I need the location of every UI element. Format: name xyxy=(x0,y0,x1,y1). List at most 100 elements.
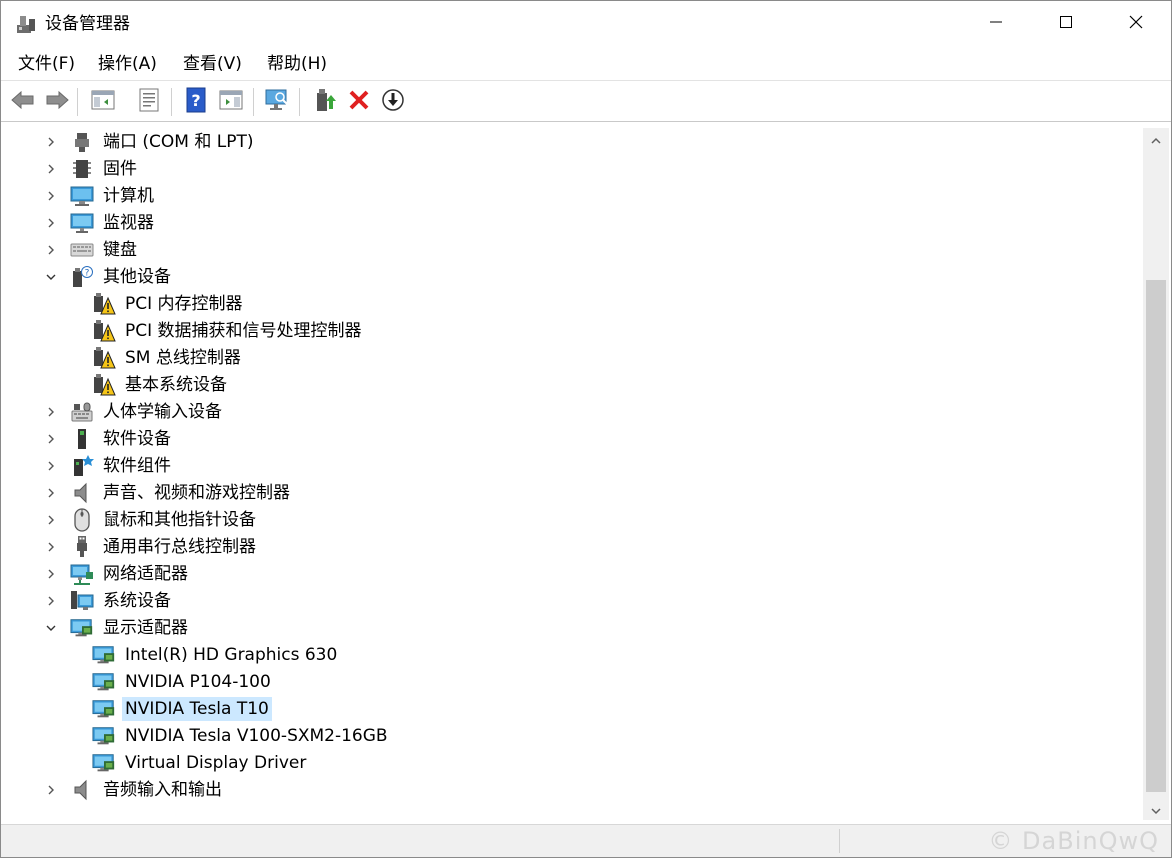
tree-device[interactable]: NVIDIA Tesla T10 xyxy=(92,696,272,722)
display-adapter-icon xyxy=(92,724,116,748)
chevron-right-icon[interactable] xyxy=(44,216,58,230)
tree-device[interactable]: Virtual Display Driver xyxy=(92,750,309,776)
chevron-right-icon[interactable] xyxy=(44,783,58,797)
disable-device-icon xyxy=(381,88,405,116)
tree-category[interactable]: 显示适配器 xyxy=(44,615,191,641)
tree-category[interactable]: 固件 xyxy=(44,156,140,182)
svg-text:?: ? xyxy=(191,91,200,110)
update-driver-icon xyxy=(314,87,338,117)
device-tree[interactable]: 端口 (COM 和 LPT) 固件计算机监视器键盘? 其他设备 PCI 内存控制器 PC… xyxy=(5,128,1143,820)
tree-category[interactable]: 音频输入和输出 xyxy=(44,777,225,803)
window-title: 设备管理器 xyxy=(45,14,130,34)
chevron-right-icon[interactable] xyxy=(44,432,58,446)
scroll-thumb[interactable] xyxy=(1146,280,1166,792)
speaker-icon xyxy=(70,778,94,802)
show-hide-console-tree-icon xyxy=(91,89,115,115)
menu-action[interactable]: 操作(A) xyxy=(98,53,157,75)
minimize-button[interactable] xyxy=(961,1,1031,47)
tree-item-label: 显示适配器 xyxy=(103,618,188,638)
tree-category[interactable]: 声音、视频和游戏控制器 xyxy=(44,480,293,506)
toolbar-separator xyxy=(171,88,172,116)
help-button[interactable]: ? xyxy=(182,87,210,116)
tree-item-label: PCI 内存控制器 xyxy=(125,294,243,314)
toolbar-separator xyxy=(253,88,254,116)
tree-category[interactable]: 系统设备 xyxy=(44,588,174,614)
tree-item-label: 计算机 xyxy=(103,186,154,206)
tree-item-label: NVIDIA P104-100 xyxy=(125,672,271,692)
back-button[interactable] xyxy=(9,88,37,116)
tree-category[interactable]: 键盘 xyxy=(44,237,140,263)
tree-category[interactable]: 端口 (COM 和 LPT) xyxy=(44,129,257,155)
chevron-right-icon[interactable] xyxy=(44,189,58,203)
scroll-down-button[interactable] xyxy=(1143,798,1169,820)
chevron-down-icon[interactable] xyxy=(44,270,58,284)
scroll-up-button[interactable] xyxy=(1143,128,1169,150)
chevron-right-icon[interactable] xyxy=(44,243,58,257)
close-button[interactable] xyxy=(1101,1,1171,47)
chevron-right-icon[interactable] xyxy=(44,540,58,554)
tree-category[interactable]: 通用串行总线控制器 xyxy=(44,534,259,560)
chevron-up-icon xyxy=(1151,130,1161,149)
scan-hardware-button[interactable] xyxy=(263,88,291,116)
tree-category[interactable]: 网络适配器 xyxy=(44,561,191,587)
tree-category[interactable]: ? 其他设备 xyxy=(44,264,174,290)
tree-category[interactable]: 监视器 xyxy=(44,210,157,236)
tree-category[interactable]: 人体学输入设备 xyxy=(44,399,225,425)
tree-category[interactable]: 计算机 xyxy=(44,183,157,209)
software-component-icon xyxy=(70,454,94,478)
tree-item-label: 监视器 xyxy=(103,213,154,233)
disable-device-button[interactable] xyxy=(379,88,407,116)
tree-device[interactable]: SM 总线控制器 xyxy=(92,345,244,371)
tree-item-label: Virtual Display Driver xyxy=(125,753,307,773)
tree-category[interactable]: 鼠标和其他指针设备 xyxy=(44,507,259,533)
chevron-down-icon[interactable] xyxy=(44,621,58,635)
tree-item-label: 鼠标和其他指针设备 xyxy=(103,510,256,530)
tree-device[interactable]: PCI 内存控制器 xyxy=(92,291,246,317)
uninstall-device-button[interactable] xyxy=(345,88,373,116)
show-hide-console-tree-button[interactable] xyxy=(89,88,117,116)
title-bar: 设备管理器 xyxy=(1,1,1171,47)
chevron-right-icon[interactable] xyxy=(44,405,58,419)
menu-view[interactable]: 查看(V) xyxy=(183,53,242,75)
update-driver-button[interactable] xyxy=(312,88,340,116)
display-adapter-icon xyxy=(92,697,116,721)
vertical-scrollbar[interactable] xyxy=(1143,128,1169,820)
usb-icon xyxy=(70,535,94,559)
forward-button[interactable] xyxy=(43,88,71,116)
hid-icon xyxy=(70,400,94,424)
tree-item-label: Intel(R) HD Graphics 630 xyxy=(125,645,338,665)
chevron-right-icon[interactable] xyxy=(44,486,58,500)
firmware-icon xyxy=(70,157,94,181)
chevron-right-icon[interactable] xyxy=(44,135,58,149)
tree-device[interactable]: NVIDIA Tesla V100-SXM2-16GB xyxy=(92,723,391,749)
tree-category[interactable]: 软件设备 xyxy=(44,426,174,452)
chevron-right-icon[interactable] xyxy=(44,594,58,608)
tree-device[interactable]: PCI 数据捕获和信号处理控制器 xyxy=(92,318,365,344)
tree-device[interactable]: Intel(R) HD Graphics 630 xyxy=(92,642,340,668)
properties-button[interactable] xyxy=(135,88,163,116)
software-device-icon xyxy=(70,427,94,451)
tree-device[interactable]: NVIDIA P104-100 xyxy=(92,669,274,695)
tree-category[interactable]: 软件组件 xyxy=(44,453,174,479)
status-bar: © DaBinQwQ xyxy=(1,824,1171,857)
close-icon xyxy=(1128,14,1144,34)
menu-help[interactable]: 帮助(H) xyxy=(267,53,327,75)
minimize-icon xyxy=(988,14,1004,34)
action-pane-button[interactable] xyxy=(217,88,245,116)
tree-item-label: 人体学输入设备 xyxy=(103,402,222,422)
chevron-right-icon[interactable] xyxy=(44,567,58,581)
display-adapter-icon xyxy=(92,670,116,694)
tree-device[interactable]: 基本系统设备 xyxy=(92,372,230,398)
scan-hardware-icon xyxy=(264,88,290,116)
menu-file[interactable]: 文件(F) xyxy=(18,53,75,75)
tree-item-label: PCI 数据捕获和信号处理控制器 xyxy=(125,321,362,341)
chevron-right-icon[interactable] xyxy=(44,513,58,527)
chevron-right-icon[interactable] xyxy=(44,459,58,473)
watermark: © DaBinQwQ xyxy=(988,827,1159,855)
network-adapter-icon xyxy=(70,562,94,586)
maximize-button[interactable] xyxy=(1031,1,1101,47)
maximize-icon xyxy=(1058,14,1074,34)
tree-item-label: 通用串行总线控制器 xyxy=(103,537,256,557)
chevron-right-icon[interactable] xyxy=(44,162,58,176)
properties-icon xyxy=(138,88,160,116)
